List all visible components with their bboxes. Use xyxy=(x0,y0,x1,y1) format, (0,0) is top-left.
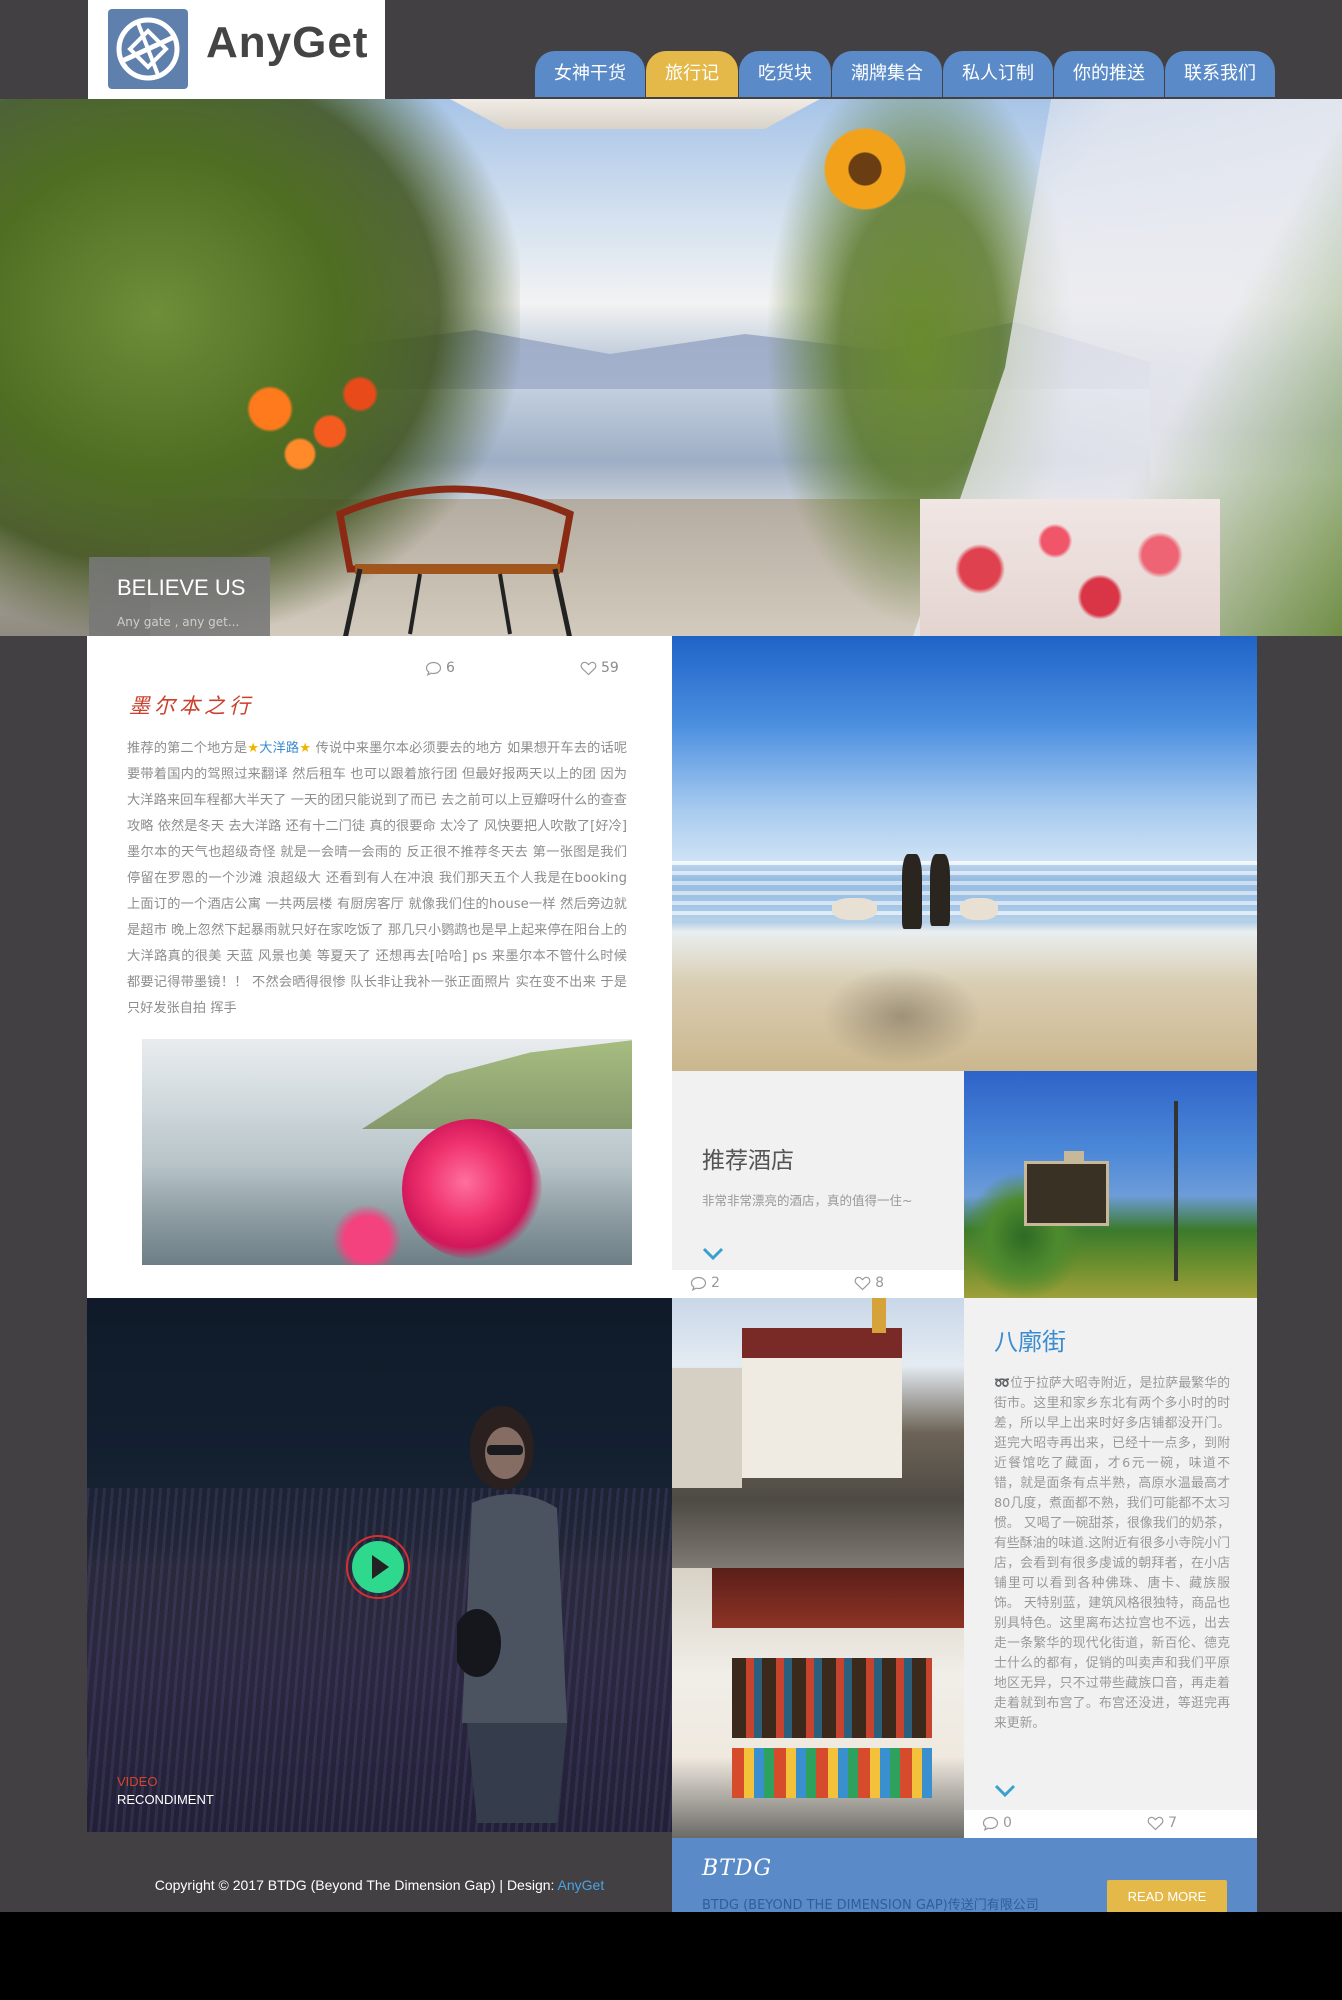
comment-icon xyxy=(982,1816,999,1831)
like-count[interactable]: 59 xyxy=(580,660,619,676)
hero-title: BELIEVE US xyxy=(117,575,246,600)
comment-count[interactable]: 6 xyxy=(425,660,455,676)
chevron-down-icon[interactable] xyxy=(994,1784,1016,1798)
comment-count[interactable]: 0 xyxy=(982,1815,1012,1831)
star-icon: ★ xyxy=(247,741,260,756)
hotel-card[interactable]: 推荐酒店 非常非常漂亮的酒店，真的值得一住~ 2 8 xyxy=(672,1071,964,1298)
article-card: 6 59 墨尔本之行 推荐的第二个地方是★大洋路★ 传说中来墨尔本必须要去的地方… xyxy=(87,636,672,1298)
tibet-street-photo xyxy=(672,1298,964,1568)
chevron-down-icon[interactable] xyxy=(702,1247,724,1261)
play-button[interactable] xyxy=(346,1535,410,1599)
heart-icon xyxy=(580,661,597,675)
nav-item-push[interactable]: 你的推送 xyxy=(1054,51,1164,97)
logo[interactable]: AnyGet xyxy=(88,0,385,99)
barkhor-card[interactable]: 八廓街 ➿位于拉萨大昭寺附近，是拉萨最繁华的街市。这里和家乡东北有两个多小时的时… xyxy=(964,1298,1257,1838)
hero-subtitle: Any gate , any get... xyxy=(117,615,240,629)
nav-item-custom[interactable]: 私人订制 xyxy=(943,51,1053,97)
hotel-photo xyxy=(964,1071,1257,1298)
star-icon: ★ xyxy=(299,741,312,756)
beach-photo xyxy=(672,636,1257,1071)
page: AnyGet 女神干货 旅行记 吃货块 潮牌集合 私人订制 你的推送 联系我们 … xyxy=(0,0,1342,1912)
btdg-title: BTDG xyxy=(702,1856,773,1881)
designer-link[interactable]: AnyGet xyxy=(558,1877,605,1893)
video-label: RECONDIMENT xyxy=(117,1792,214,1807)
comment-count[interactable]: 2 xyxy=(690,1275,720,1291)
comment-icon xyxy=(690,1276,707,1291)
nav-item-brands[interactable]: 潮牌集合 xyxy=(832,51,942,97)
comment-count-value: 6 xyxy=(446,660,455,676)
comment-icon xyxy=(425,661,442,676)
globe-arrow-icon xyxy=(108,9,188,89)
main-nav: 女神干货 旅行记 吃货块 潮牌集合 私人订制 你的推送 联系我们 xyxy=(535,51,1276,97)
hero-banner-image xyxy=(0,99,1342,636)
nav-item-contact[interactable]: 联系我们 xyxy=(1165,51,1275,97)
heart-icon xyxy=(854,1276,871,1290)
nav-item-goddess[interactable]: 女神干货 xyxy=(535,51,645,97)
brand-name: AnyGet xyxy=(206,18,369,67)
video-tile: VIDEO RECONDIMENT xyxy=(87,1298,672,1832)
like-count[interactable]: 7 xyxy=(1147,1815,1177,1831)
tibet-temple-photo xyxy=(672,1568,964,1838)
chair-illustration xyxy=(336,485,574,636)
like-count-value: 59 xyxy=(601,660,619,676)
hotel-title: 推荐酒店 xyxy=(702,1148,794,1174)
article-title: 墨尔本之行 xyxy=(129,694,254,718)
play-icon xyxy=(352,1541,404,1593)
btdg-subtitle: BTDG (BEYOND THE DIMENSION GAP)传送门有限公司 xyxy=(702,1898,1039,1912)
article-body: 推荐的第二个地方是★大洋路★ 传说中来墨尔本必须要去的地方 如果想开车去的话呢 … xyxy=(127,741,628,1016)
hero-caption: BELIEVE US Any gate , any get... xyxy=(89,557,270,636)
hotel-desc: 非常非常漂亮的酒店，真的值得一住~ xyxy=(702,1193,913,1208)
video-tag: VIDEO xyxy=(117,1774,158,1789)
like-count[interactable]: 8 xyxy=(854,1275,884,1291)
article-highlight[interactable]: 大洋路 xyxy=(259,741,299,756)
copyright: Copyright © 2017 BTDG (Beyond The Dimens… xyxy=(154,1877,605,1893)
read-more-button[interactable]: READ MORE xyxy=(1107,1880,1227,1912)
barkhor-meta: 0 7 xyxy=(964,1810,1257,1838)
hotel-meta: 2 8 xyxy=(672,1270,964,1298)
barkhor-body: ➿位于拉萨大昭寺附近，是拉萨最繁华的街市。这里和家乡东北有两个多小时的时差，所以… xyxy=(994,1376,1230,1731)
nav-item-travel[interactable]: 旅行记 xyxy=(646,51,738,97)
btdg-banner: BTDG BTDG (BEYOND THE DIMENSION GAP)传送门有… xyxy=(672,1838,1257,1912)
barkhor-title: 八廓街 xyxy=(994,1328,1066,1356)
heart-icon xyxy=(1147,1816,1164,1830)
rose-photo xyxy=(142,1039,632,1265)
nav-item-foodie[interactable]: 吃货块 xyxy=(739,51,831,97)
